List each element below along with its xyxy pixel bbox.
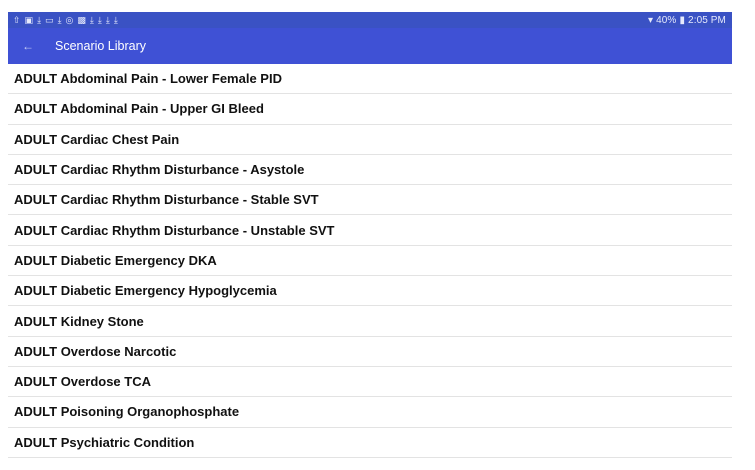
download-icon: ⤓ — [113, 14, 118, 25]
scenario-item[interactable]: ADULT Overdose TCA — [8, 367, 732, 398]
scenario-item[interactable]: ADULT Poisoning Organophosphate — [8, 397, 732, 428]
download-icon: ⤓ — [57, 14, 62, 25]
scenario-item[interactable]: ADULT Abdominal Pain - Upper GI Bleed — [8, 94, 732, 125]
scenario-item[interactable]: ADULT Diabetic Emergency Hypoglycemia — [8, 276, 732, 307]
scenario-item[interactable]: ADULT Psychiatric Condition — [8, 428, 732, 458]
notification-icons: ⇧ ▣ ⤓ ▭ ⤓ ◎ ▩ ⤓ ⤓ ⤓ ⤓ — [13, 14, 118, 25]
app-bar: ← Scenario Library — [8, 28, 732, 64]
download-icon: ⤓ — [89, 14, 94, 25]
scenario-item[interactable]: ADULT Cardiac Rhythm Disturbance - Asyst… — [8, 155, 732, 186]
download-icon: ⤓ — [37, 14, 42, 25]
scenario-list: ADULT Abdominal Pain - Lower Female PID … — [8, 64, 732, 458]
device-screen: ⇧ ▣ ⤓ ▭ ⤓ ◎ ▩ ⤓ ⤓ ⤓ ⤓ ▾ 40% ▮ 2:05 PM ← … — [8, 12, 732, 464]
scenario-item[interactable]: ADULT Cardiac Chest Pain — [8, 125, 732, 155]
battery-level: 40% — [656, 14, 677, 26]
cast-icon: ▭ — [45, 14, 54, 25]
scenario-item[interactable]: ADULT Abdominal Pain - Lower Female PID — [8, 64, 732, 95]
scenario-item[interactable]: ADULT Diabetic Emergency DKA — [8, 246, 732, 277]
clock: 2:05 PM — [688, 14, 726, 26]
battery-icon: ▮ — [679, 14, 686, 26]
status-bar: ⇧ ▣ ⤓ ▭ ⤓ ◎ ▩ ⤓ ⤓ ⤓ ⤓ ▾ 40% ▮ 2:05 PM — [8, 12, 732, 28]
arrow-left-icon[interactable]: ← — [8, 28, 48, 64]
upload-icon: ⇧ — [13, 14, 21, 25]
scenario-item[interactable]: ADULT Cardiac Rhythm Disturbance - Stabl… — [8, 185, 732, 216]
status-indicators: ▾ 40% ▮ 2:05 PM — [648, 15, 726, 26]
wifi-icon: ▾ — [647, 14, 654, 26]
scenario-item[interactable]: ADULT Kidney Stone — [8, 306, 732, 337]
page-title: Scenario Library — [55, 39, 147, 53]
target-icon: ◎ — [65, 14, 74, 25]
download-icon: ⤓ — [105, 14, 110, 25]
gallery-icon: ▩ — [77, 14, 86, 25]
download-icon: ⤓ — [97, 14, 102, 25]
image-icon: ▣ — [24, 14, 34, 25]
scenario-item[interactable]: ADULT Overdose Narcotic — [8, 337, 732, 367]
scenario-item[interactable]: ADULT Cardiac Rhythm Disturbance - Unsta… — [8, 215, 732, 246]
